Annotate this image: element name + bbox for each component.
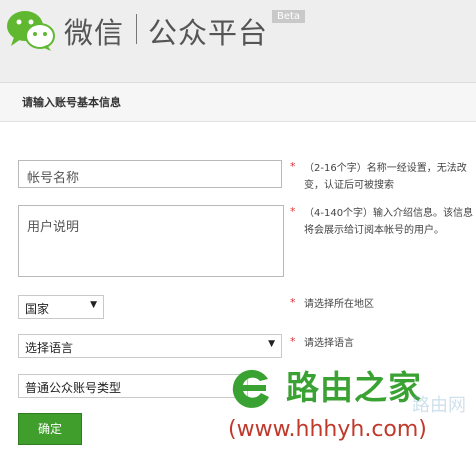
header-bar: 微信 公众平台 Beta xyxy=(0,0,476,82)
chevron-down-icon: ▼ xyxy=(268,339,275,349)
watermark-name: 路由之家 xyxy=(286,368,422,407)
confirm-button[interactable]: 确定 xyxy=(18,413,82,445)
description-textarea[interactable]: 用户说明 xyxy=(18,205,284,277)
beta-badge: Beta xyxy=(272,10,306,23)
account-type-value: 普通公众账号类型 xyxy=(25,381,122,395)
brand-wechat-text: 微信 xyxy=(64,16,125,50)
language-required-mark: * xyxy=(290,335,296,348)
account-name-required-mark: * xyxy=(290,160,296,173)
chevron-down-icon: ▼ xyxy=(90,300,97,310)
country-select[interactable]: 国家 ▼ xyxy=(18,295,104,319)
country-required-mark: * xyxy=(290,296,296,309)
router-home-logo-icon xyxy=(232,369,269,408)
account-name-input[interactable]: 帐号名称 xyxy=(18,160,282,188)
watermark: 路由之家 路由网 (www.hhhyh.com) xyxy=(222,355,476,458)
description-required-mark: * xyxy=(290,205,296,218)
description-hint: （4-140个字）输入介绍信息。该信息将会展示给订阅本帐号的用户。 xyxy=(304,208,474,236)
watermark-faint-text: 路由网 xyxy=(412,395,466,416)
description-value: 用户说明 xyxy=(27,220,80,235)
wechat-logo-icon xyxy=(7,11,55,51)
account-type-select[interactable]: 普通公众账号类型 xyxy=(18,374,248,398)
brand-platform-text: 公众平台 xyxy=(148,16,269,50)
account-name-hint: （2-16个字）名称一经设置，无法改变，认证后可被搜索 xyxy=(304,163,467,191)
country-hint: 请选择所在地区 xyxy=(304,299,374,310)
section-title: 请输入账号基本信息 xyxy=(22,96,121,109)
brand-divider xyxy=(136,14,137,44)
account-name-value: 帐号名称 xyxy=(27,171,80,186)
language-select-value: 选择语言 xyxy=(25,341,74,355)
watermark-url: (www.hhhyh.com) xyxy=(228,417,427,442)
country-select-value: 国家 xyxy=(25,302,50,316)
section-header: 请输入账号基本信息 xyxy=(0,82,476,122)
language-hint: 请选择语言 xyxy=(304,338,354,349)
